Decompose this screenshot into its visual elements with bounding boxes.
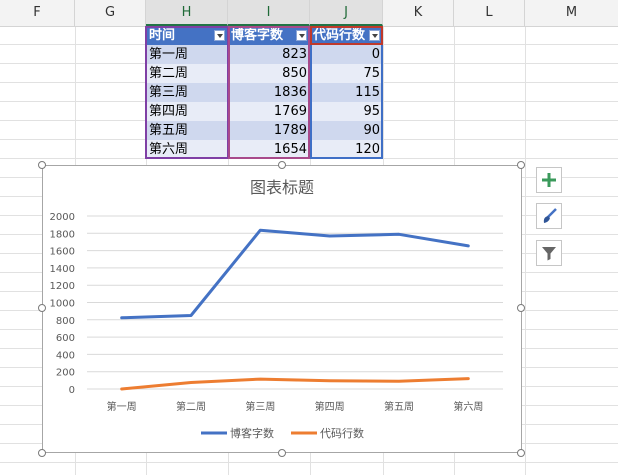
resize-handle-bottom-left[interactable] <box>38 449 46 457</box>
brush-icon <box>543 208 557 223</box>
legend-label[interactable]: 代码行数 <box>320 427 364 440</box>
filter-icon <box>542 247 556 261</box>
resize-handle-top-left[interactable] <box>38 161 46 169</box>
filter-dropdown-icon[interactable] <box>214 30 225 41</box>
y-tick-label: 600 <box>56 333 75 344</box>
table-cell[interactable]: 90 <box>310 121 383 140</box>
column-header-m[interactable]: M <box>525 0 618 26</box>
header-label: 博客字数 <box>231 28 284 43</box>
chart-title[interactable]: 图表标题 <box>250 178 314 197</box>
chart-styles-button[interactable] <box>536 203 562 229</box>
table-cell[interactable]: 1836 <box>228 83 310 102</box>
table-cell[interactable]: 第一周 <box>146 45 228 64</box>
table-header-time[interactable]: 时间 <box>146 26 228 45</box>
y-tick-label: 0 <box>69 385 75 396</box>
y-tick-label: 1600 <box>50 247 75 258</box>
column-header-j[interactable]: J <box>310 0 383 26</box>
table-cell[interactable]: 1769 <box>228 102 310 121</box>
table-cell[interactable]: 第二周 <box>146 64 228 83</box>
table-cell[interactable]: 第六周 <box>146 140 228 159</box>
y-tick-label: 400 <box>56 350 75 361</box>
table-header-blog-words[interactable]: 博客字数 <box>228 26 310 45</box>
table-cell[interactable]: 0 <box>310 45 383 64</box>
plus-icon <box>542 173 556 187</box>
x-tick-label: 第二周 <box>176 400 206 413</box>
y-tick-label: 200 <box>56 368 75 379</box>
table-cell[interactable]: 120 <box>310 140 383 159</box>
chart-canvas: 图表标题 0 200 400 600 800 1000 1200 1400 1600 1800 20… <box>50 178 503 440</box>
series-line-2[interactable] <box>120 377 470 391</box>
table-cell[interactable]: 1654 <box>228 140 310 159</box>
table-header-code-lines[interactable]: 代码行数 <box>310 26 383 45</box>
y-tick-label: 2000 <box>50 212 75 223</box>
line-chart[interactable]: 图表标题 0 200 400 600 800 1000 1200 1400 1600 1800 20… <box>42 165 522 453</box>
filter-dropdown-icon[interactable] <box>369 30 380 41</box>
chart-elements-button[interactable] <box>536 167 562 193</box>
x-tick-label: 第一周 <box>107 400 137 413</box>
resize-handle-top[interactable] <box>278 161 286 169</box>
resize-handle-bottom[interactable] <box>278 449 286 457</box>
resize-handle-right[interactable] <box>517 304 525 312</box>
resize-handle-bottom-right[interactable] <box>517 449 525 457</box>
column-header-h[interactable]: H <box>146 0 228 26</box>
header-label: 时间 <box>149 28 176 43</box>
filter-dropdown-icon[interactable] <box>296 30 307 41</box>
resize-handle-left[interactable] <box>38 304 46 312</box>
table-cell[interactable]: 1789 <box>228 121 310 140</box>
table-cell[interactable]: 850 <box>228 64 310 83</box>
table-cell[interactable]: 823 <box>228 45 310 64</box>
resize-handle-top-right[interactable] <box>517 161 525 169</box>
header-label: 代码行数 <box>313 28 366 43</box>
table-cell[interactable]: 第四周 <box>146 102 228 121</box>
y-tick-label: 1000 <box>50 299 75 310</box>
column-header-bar: F G H I J K L M <box>0 0 618 27</box>
column-header-k[interactable]: K <box>383 0 454 26</box>
y-tick-label: 1200 <box>50 281 75 292</box>
table-cell[interactable]: 第三周 <box>146 83 228 102</box>
y-tick-label: 800 <box>56 316 75 327</box>
x-tick-label: 第六周 <box>453 400 483 413</box>
column-header-l[interactable]: L <box>454 0 525 26</box>
x-tick-label: 第三周 <box>245 400 275 413</box>
legend-label[interactable]: 博客字数 <box>230 426 274 440</box>
column-header-f[interactable]: F <box>0 0 75 26</box>
x-tick-label: 第五周 <box>384 400 414 413</box>
y-tick-label: 1400 <box>50 264 75 275</box>
chart-filters-button[interactable] <box>536 240 562 266</box>
series-line-1[interactable] <box>120 228 470 320</box>
table-cell[interactable]: 75 <box>310 64 383 83</box>
column-header-i[interactable]: I <box>228 0 310 26</box>
table-cell[interactable]: 第五周 <box>146 121 228 140</box>
column-header-g[interactable]: G <box>75 0 146 26</box>
y-tick-label: 1800 <box>50 229 75 240</box>
table-cell[interactable]: 95 <box>310 102 383 121</box>
table-cell[interactable]: 115 <box>310 83 383 102</box>
x-tick-label: 第四周 <box>315 400 345 413</box>
